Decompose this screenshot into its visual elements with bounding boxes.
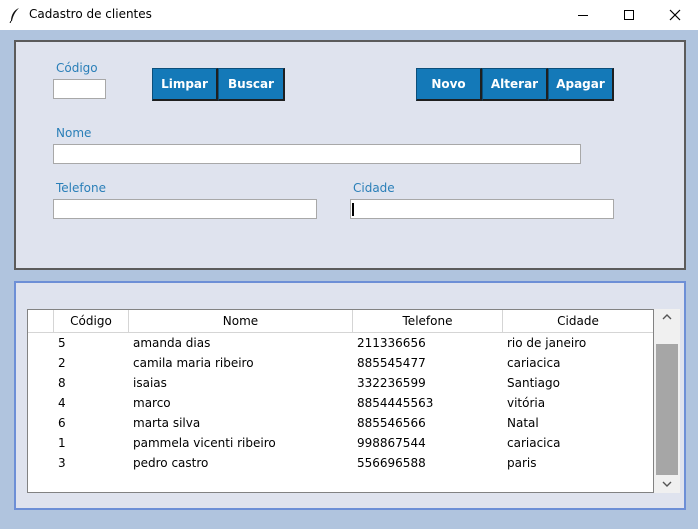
cell-telefone: 998867544 <box>357 436 426 450</box>
cell-codigo: 2 <box>58 356 66 370</box>
table-row[interactable]: 3 pedro castro 556696588 paris <box>28 453 653 473</box>
telefone-label: Telefone <box>56 181 106 195</box>
novo-button[interactable]: Novo <box>416 68 482 101</box>
cidade-input[interactable] <box>350 199 614 219</box>
cell-cidade: rio de janeiro <box>507 336 587 350</box>
cell-cidade: vitória <box>507 396 546 410</box>
cell-cidade: cariacica <box>507 356 561 370</box>
minimize-button[interactable] <box>560 0 606 30</box>
table-header-tree <box>28 310 54 333</box>
minimize-icon <box>578 15 588 16</box>
cell-codigo: 4 <box>58 396 66 410</box>
buscar-button[interactable]: Buscar <box>218 68 285 101</box>
codigo-label: Código <box>56 61 98 75</box>
maximize-button[interactable] <box>606 0 652 30</box>
cell-cidade: Natal <box>507 416 539 430</box>
cell-codigo: 6 <box>58 416 66 430</box>
scroll-up-icon[interactable] <box>662 313 672 321</box>
column-header-nome[interactable]: Nome <box>129 310 353 333</box>
codigo-input[interactable] <box>53 79 106 99</box>
nome-label: Nome <box>56 126 92 140</box>
cell-telefone: 885546566 <box>357 416 426 430</box>
cell-nome: pedro castro <box>133 456 209 470</box>
maximize-icon <box>624 10 634 20</box>
cell-nome: marta silva <box>133 416 201 430</box>
table-row[interactable]: 8 isaias 332236599 Santiago <box>28 373 653 393</box>
cell-nome: amanda dias <box>133 336 211 350</box>
cell-telefone: 8854445563 <box>357 396 434 410</box>
column-header-telefone[interactable]: Telefone <box>353 310 503 333</box>
cell-nome: isaias <box>133 376 167 390</box>
cell-codigo: 8 <box>58 376 66 390</box>
table-row[interactable]: 5 amanda dias 211336656 rio de janeiro <box>28 333 653 353</box>
feather-icon <box>9 8 19 23</box>
cell-codigo: 5 <box>58 336 66 350</box>
column-header-cidade[interactable]: Cidade <box>503 310 653 333</box>
close-icon <box>669 9 681 21</box>
cell-cidade: paris <box>507 456 537 470</box>
cell-nome: pammela vicenti ribeiro <box>133 436 276 450</box>
table-row[interactable]: 1 pammela vicenti ribeiro 998867544 cari… <box>28 433 653 453</box>
limpar-button[interactable]: Limpar <box>152 68 218 101</box>
cell-codigo: 3 <box>58 456 66 470</box>
cell-telefone: 556696588 <box>357 456 426 470</box>
cell-codigo: 1 <box>58 436 66 450</box>
column-header-codigo[interactable]: Código <box>54 310 129 333</box>
title-bar: Cadastro de clientes <box>0 0 698 30</box>
close-button[interactable] <box>652 0 698 30</box>
cidade-label: Cidade <box>353 181 395 195</box>
cell-nome: camila maria ribeiro <box>133 356 254 370</box>
alterar-button[interactable]: Alterar <box>482 68 548 101</box>
table-row[interactable]: 2 camila maria ribeiro 885545477 cariaci… <box>28 353 653 373</box>
vertical-scrollbar[interactable] <box>654 309 680 493</box>
apagar-button[interactable]: Apagar <box>548 68 614 101</box>
cell-nome: marco <box>133 396 171 410</box>
clients-table[interactable]: Código Nome Telefone Cidade 5 amanda dia… <box>27 309 654 493</box>
cell-cidade: Santiago <box>507 376 560 390</box>
cell-telefone: 332236599 <box>357 376 426 390</box>
scroll-down-icon[interactable] <box>662 480 672 488</box>
cell-cidade: cariacica <box>507 436 561 450</box>
window-title: Cadastro de clientes <box>29 7 152 21</box>
table-row[interactable]: 6 marta silva 885546566 Natal <box>28 413 653 433</box>
cell-telefone: 211336656 <box>357 336 426 350</box>
scrollbar-thumb[interactable] <box>656 344 678 475</box>
table-row[interactable]: 4 marco 8854445563 vitória <box>28 393 653 413</box>
cell-telefone: 885545477 <box>357 356 426 370</box>
nome-input[interactable] <box>53 144 581 164</box>
text-cursor <box>352 203 354 216</box>
telefone-input[interactable] <box>53 199 317 219</box>
